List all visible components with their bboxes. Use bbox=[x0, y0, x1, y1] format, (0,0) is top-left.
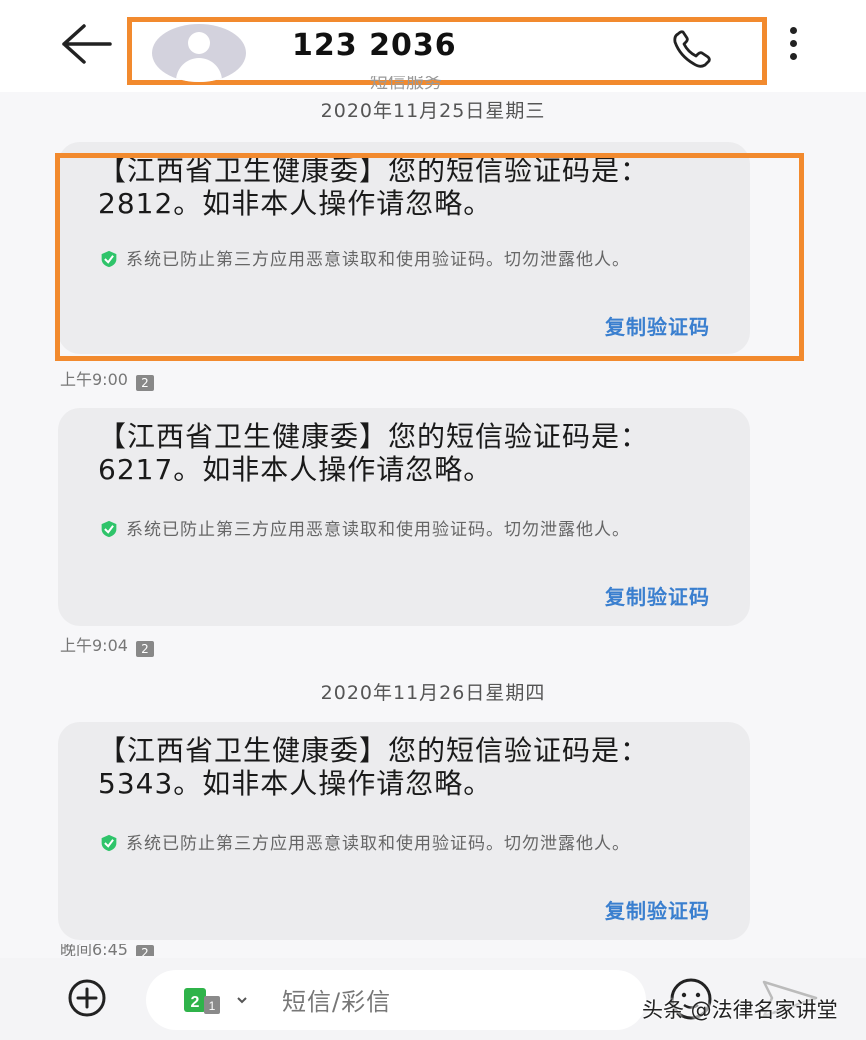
conversation-header: 123 2036 短信服务 bbox=[0, 0, 866, 92]
call-button[interactable] bbox=[668, 28, 718, 72]
contact-info[interactable]: 123 2036 bbox=[127, 17, 767, 85]
svg-text:1: 1 bbox=[209, 999, 216, 1013]
security-note-text: 系统已防止第三方应用恶意读取和使用验证码。切勿泄露他人。 bbox=[126, 834, 630, 854]
contact-name: 123 2036 bbox=[292, 28, 457, 63]
message-bubble[interactable]: 【江西省卫生健康委】您的短信验证码是：2812。如非本人操作请忽略。 系统已防止… bbox=[58, 142, 750, 354]
security-note: 系统已防止第三方应用恶意读取和使用验证码。切勿泄露他人。 bbox=[98, 518, 718, 542]
phone-icon bbox=[673, 30, 711, 68]
security-note-text: 系统已防止第三方应用恶意读取和使用验证码。切勿泄露他人。 bbox=[126, 520, 630, 540]
shield-check-icon bbox=[101, 834, 117, 852]
shield-check-icon bbox=[101, 520, 117, 538]
shield-check-icon bbox=[101, 250, 117, 268]
sim-card-icon: 2 bbox=[135, 945, 154, 956]
copy-code-button[interactable]: 复制验证码 bbox=[605, 895, 710, 924]
security-note: 系统已防止第三方应用恶意读取和使用验证码。切勿泄露他人。 bbox=[98, 248, 718, 272]
sim-card-icon: 2 bbox=[135, 641, 154, 657]
copy-code-button[interactable]: 复制验证码 bbox=[605, 581, 710, 610]
message-meta: 上午9:04 2 bbox=[60, 632, 154, 657]
message-input[interactable]: 2 1 短信/彩信 bbox=[146, 970, 646, 1030]
back-arrow-icon bbox=[62, 24, 112, 64]
copy-code-button[interactable]: 复制验证码 bbox=[605, 311, 710, 340]
sim-card-icon: 2 bbox=[135, 375, 154, 391]
add-attachment-button[interactable] bbox=[60, 978, 114, 1018]
more-options-button[interactable] bbox=[782, 24, 804, 64]
security-note-text: 系统已防止第三方应用恶意读取和使用验证码。切勿泄露他人。 bbox=[126, 250, 630, 270]
date-separator: 2020年11月26日星期四 bbox=[320, 682, 546, 704]
message-time: 上午9:04 bbox=[60, 636, 128, 655]
message-text: 【江西省卫生健康委】您的短信验证码是：2812。如非本人操作请忽略。 bbox=[98, 154, 650, 220]
message-time: 上午9:00 bbox=[60, 370, 128, 389]
sim-selector[interactable]: 2 1 bbox=[182, 986, 262, 1016]
svg-text:2: 2 bbox=[191, 994, 200, 1011]
message-time: 晚间6:45 bbox=[60, 944, 128, 956]
more-vert-icon bbox=[789, 27, 797, 34]
message-meta: 上午9:00 2 bbox=[60, 366, 154, 391]
message-text: 【江西省卫生健康委】您的短信验证码是：6217。如非本人操作请忽略。 bbox=[98, 420, 650, 486]
watermark: 头条 @法律名家讲堂 bbox=[642, 998, 838, 1022]
security-note: 系统已防止第三方应用恶意读取和使用验证码。切勿泄露他人。 bbox=[98, 832, 718, 856]
message-bubble[interactable]: 【江西省卫生健康委】您的短信验证码是：5343。如非本人操作请忽略。 系统已防止… bbox=[58, 722, 750, 940]
header-subtitle: 短信服务 bbox=[370, 76, 442, 90]
add-circle-icon bbox=[68, 979, 106, 1017]
avatar-icon bbox=[152, 24, 246, 82]
back-button[interactable] bbox=[58, 22, 114, 66]
message-bubble[interactable]: 【江西省卫生健康委】您的短信验证码是：6217。如非本人操作请忽略。 系统已防止… bbox=[58, 408, 750, 626]
sim-card-icon: 2 1 bbox=[184, 988, 247, 1014]
date-separator: 2020年11月25日星期三 bbox=[320, 100, 546, 122]
message-meta: 晚间6:45 2 bbox=[60, 944, 154, 956]
input-placeholder: 短信/彩信 bbox=[282, 988, 392, 1016]
message-text: 【江西省卫生健康委】您的短信验证码是：5343。如非本人操作请忽略。 bbox=[98, 734, 650, 800]
